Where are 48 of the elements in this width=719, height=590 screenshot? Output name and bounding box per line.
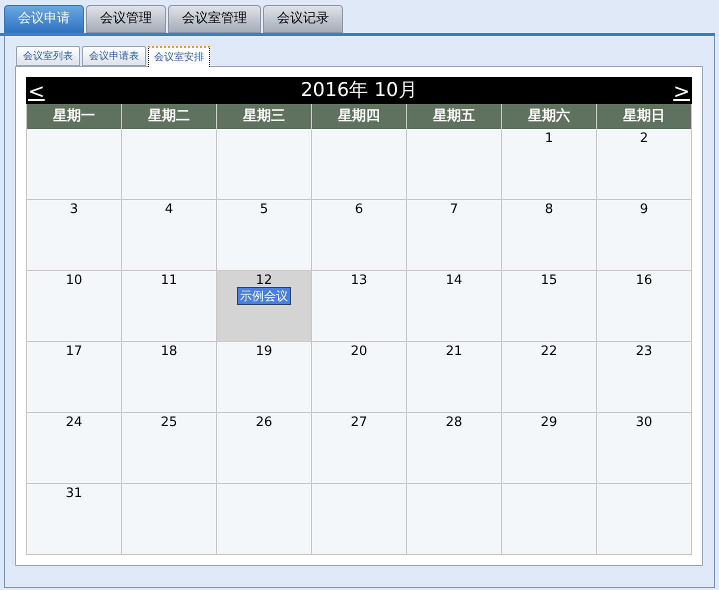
day-number: 12 bbox=[256, 273, 272, 288]
day-number: 15 bbox=[540, 273, 558, 288]
day-number: 22 bbox=[540, 344, 558, 359]
day-number: 28 bbox=[446, 415, 462, 430]
next-month-link[interactable]: > bbox=[673, 80, 690, 100]
day-number: 11 bbox=[160, 273, 178, 288]
day-number: 1 bbox=[544, 131, 554, 146]
day-number: 17 bbox=[66, 344, 82, 359]
day-number: 2 bbox=[640, 131, 648, 146]
sub-tab[interactable]: 会议室安排 bbox=[148, 46, 210, 67]
day-number: 27 bbox=[350, 415, 368, 430]
day-number: 23 bbox=[636, 344, 652, 359]
day-number: 10 bbox=[66, 273, 82, 288]
weekday-header: 星期三 bbox=[217, 104, 312, 129]
day-number: 3 bbox=[70, 202, 78, 217]
day-number: 6 bbox=[354, 202, 364, 217]
day-number: 31 bbox=[66, 486, 82, 501]
day-number: 29 bbox=[540, 415, 558, 430]
day-number: 8 bbox=[544, 202, 554, 217]
main-tab[interactable]: 会议室管理 bbox=[168, 5, 261, 33]
day-number: 5 bbox=[260, 202, 268, 217]
weekday-header: 星期一 bbox=[27, 104, 122, 129]
sub-tab[interactable]: 会议室列表 bbox=[16, 46, 80, 66]
day-number: 16 bbox=[636, 273, 652, 288]
sub-tab[interactable]: 会议申请表 bbox=[82, 46, 146, 66]
day-number: 26 bbox=[256, 415, 272, 430]
day-number: 9 bbox=[640, 202, 648, 217]
weekday-header: 星期日 bbox=[597, 104, 692, 129]
month-title: 2016年 10月 bbox=[300, 81, 418, 100]
event-label[interactable]: 示例会议 bbox=[237, 287, 291, 305]
previous-month-link[interactable]: < bbox=[28, 80, 45, 100]
main-tab[interactable]: 会议管理 bbox=[86, 5, 166, 33]
day-number: 13 bbox=[350, 273, 368, 288]
day-number: 21 bbox=[446, 344, 462, 359]
day-number: 7 bbox=[450, 202, 458, 217]
day-number: 20 bbox=[350, 344, 368, 359]
weekday-header: 星期五 bbox=[407, 104, 502, 129]
day-number: 24 bbox=[66, 415, 82, 430]
weekday-header: 星期四 bbox=[312, 104, 407, 129]
day-number: 18 bbox=[160, 344, 178, 359]
day-number: 4 bbox=[164, 202, 174, 217]
main-tab[interactable]: 会议记录 bbox=[263, 5, 343, 33]
weekday-header: 星期六 bbox=[502, 104, 597, 129]
weekday-header: 星期二 bbox=[122, 104, 217, 129]
day-number: 19 bbox=[256, 344, 272, 359]
day-number: 25 bbox=[160, 415, 178, 430]
day-number: 14 bbox=[446, 273, 462, 288]
day-number: 30 bbox=[636, 415, 652, 430]
